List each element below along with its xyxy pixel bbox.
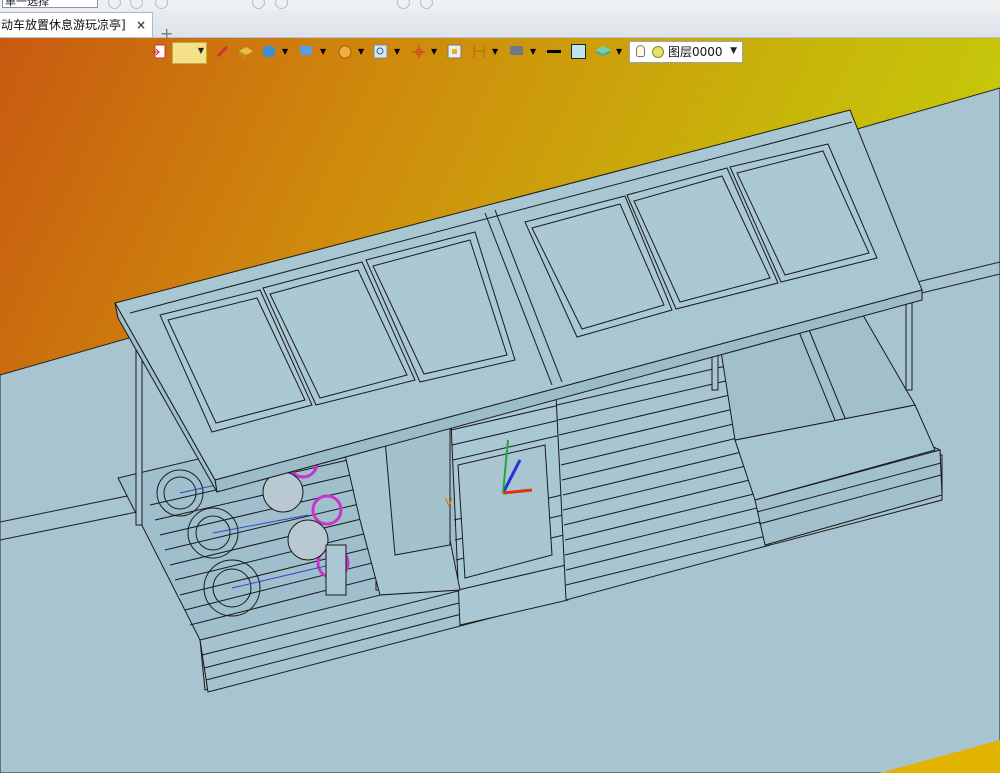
- render-mode-icon[interactable]: [298, 43, 316, 60]
- document-tab-title: 动车放置休息游玩凉亭]: [1, 18, 126, 32]
- svg-text:V: V: [445, 496, 453, 509]
- display-filter-icon[interactable]: [336, 43, 354, 60]
- view-toolbar: ▼ ▼ ▼ ▼ ▼ ▼ ▼ ▼ ▼ 图层0000 ▼: [150, 41, 743, 64]
- 3d-viewport[interactable]: V ▼ ▼ ▼ ▼ ▼ ▼ ▼ ▼ ▼ 图层0000 ▼: [0, 38, 1000, 773]
- grid-icon[interactable]: [446, 43, 464, 60]
- pen-icon[interactable]: [214, 43, 232, 60]
- select-tool-icon[interactable]: [108, 0, 121, 9]
- layers-icon[interactable]: [594, 43, 612, 60]
- line-style-icon[interactable]: [545, 43, 563, 60]
- document-tab[interactable]: 动车放置休息游玩凉亭] ×: [0, 12, 153, 37]
- gear-icon[interactable]: [420, 0, 433, 9]
- layer-visible-icon[interactable]: [652, 46, 664, 58]
- arc-tool-icon[interactable]: [252, 0, 265, 9]
- color-swatch-icon[interactable]: [570, 43, 588, 60]
- exit-sketch-icon[interactable]: [150, 43, 168, 60]
- top-toolbar-strip: 单一选择: [0, 0, 1000, 10]
- layer-name: 图层0000: [668, 45, 723, 59]
- document-tab-bar: 动车放置休息游玩凉亭] × +: [0, 10, 1000, 43]
- shaded-box-icon[interactable]: [237, 43, 255, 60]
- chevron-down-icon[interactable]: ▼: [730, 41, 737, 61]
- zoom-fit-icon[interactable]: [372, 43, 390, 60]
- monitor-icon[interactable]: [508, 43, 526, 60]
- axis-origin-icon[interactable]: [410, 43, 428, 60]
- pick-mode-icon[interactable]: ▼: [172, 42, 207, 64]
- settings-icon[interactable]: [397, 0, 410, 9]
- lightbulb-icon[interactable]: [636, 45, 645, 57]
- layer-selector[interactable]: 图层0000 ▼: [629, 41, 743, 63]
- rotate-tool-icon[interactable]: [275, 0, 288, 9]
- dimension-icon[interactable]: [470, 43, 488, 60]
- close-icon[interactable]: ×: [136, 13, 146, 37]
- selection-filter-dropdown[interactable]: 单一选择: [2, 0, 98, 8]
- circle-tool-icon[interactable]: [155, 0, 168, 9]
- deselect-tool-icon[interactable]: [130, 0, 143, 9]
- cube-view-icon[interactable]: [260, 43, 278, 60]
- model-scene[interactable]: V: [0, 38, 1000, 773]
